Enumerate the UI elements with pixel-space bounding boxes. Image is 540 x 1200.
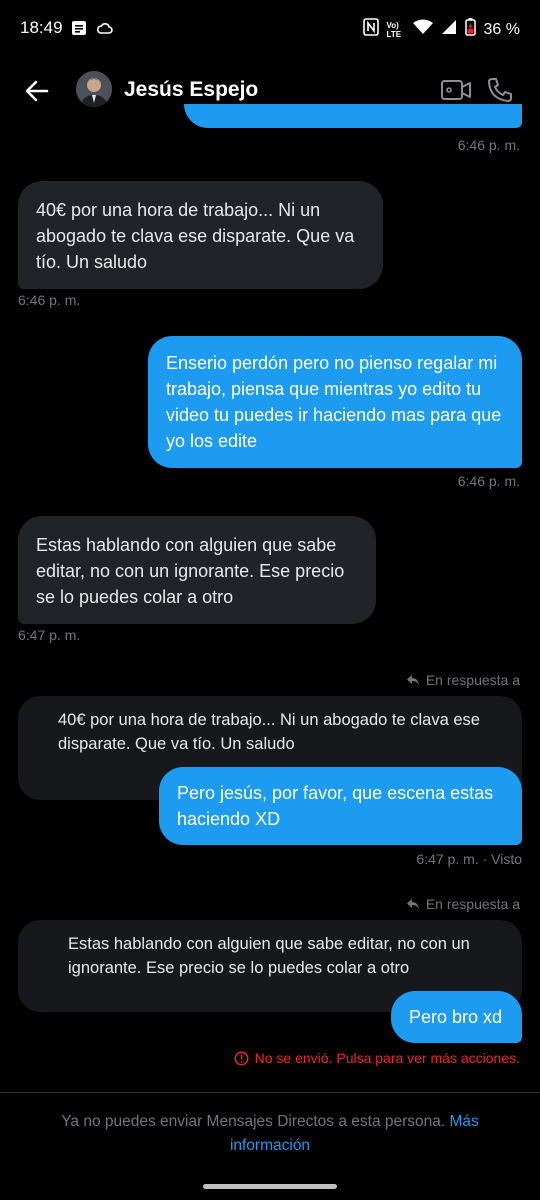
arrow-left-icon	[25, 80, 49, 102]
reply-indicator: En respuesta a	[406, 896, 520, 912]
message-timestamp: 6:47 p. m.	[18, 627, 81, 643]
outgoing-message-bubble[interactable]: Enserio perdón pero no pienso regalar mi…	[148, 336, 522, 468]
error-icon	[234, 1051, 249, 1065]
home-indicator[interactable]	[203, 1184, 337, 1189]
signal-icon	[441, 19, 457, 40]
battery-percent: 36 %	[483, 20, 520, 38]
message-timestamp: 6:46 p. m.	[457, 137, 520, 153]
reply-icon	[406, 899, 419, 909]
network-label: Vo) LTE	[386, 20, 402, 39]
status-right: Vo) LTE 36 %	[362, 18, 520, 41]
battery-icon	[464, 18, 476, 41]
nfc-icon	[362, 18, 379, 41]
back-button[interactable]	[20, 74, 54, 108]
footer-divider	[0, 1092, 540, 1093]
message-timestamp: 6:46 p. m.	[18, 292, 81, 308]
reply-label: En respuesta a	[425, 672, 520, 688]
quoted-text: Estas hablando con alguien que sabe edit…	[68, 935, 470, 977]
message-text: Enserio perdón pero no pienso regalar mi…	[166, 353, 502, 451]
video-camera-icon	[441, 80, 471, 100]
reply-label: En respuesta a	[425, 896, 520, 912]
outgoing-message-bubble[interactable]: Pero jesús, por favor, que escena estas …	[159, 767, 522, 845]
dm-disabled-notice: Ya no puedes enviar Mensajes Directos a …	[30, 1110, 510, 1158]
error-text: No se envió. Pulsa para ver más acciones…	[254, 1050, 520, 1066]
video-call-button[interactable]	[440, 76, 472, 104]
send-error[interactable]: No se envió. Pulsa para ver más acciones…	[234, 1050, 520, 1066]
incoming-message-bubble[interactable]: Estas hablando con alguien que sabe edit…	[18, 516, 376, 624]
phone-icon	[488, 78, 512, 102]
incoming-message-bubble[interactable]: 40€ por una hora de trabajo... Ni un abo…	[18, 181, 383, 289]
avatar-image	[76, 71, 112, 107]
message-status: 6:47 p. m. · Visto	[416, 851, 522, 867]
quoted-text: 40€ por una hora de trabajo... Ni un abo…	[58, 711, 480, 753]
status-bar: 18:49 Vo) LTE 36 %	[0, 0, 540, 60]
reply-icon	[406, 675, 419, 685]
status-left-icons	[70, 19, 114, 42]
cloud-icon	[96, 19, 114, 42]
message-text: Estas hablando con alguien que sabe edit…	[36, 535, 345, 607]
notice-text: Ya no puedes enviar Mensajes Directos a …	[61, 1113, 450, 1130]
message-timestamp: 6:46 p. m.	[457, 473, 520, 489]
status-time: 18:49	[20, 18, 63, 37]
message-text: 40€ por una hora de trabajo... Ni un abo…	[36, 200, 355, 272]
avatar[interactable]	[76, 71, 112, 107]
wifi-icon	[412, 19, 433, 40]
contact-name[interactable]: Jesús Espejo	[124, 78, 258, 102]
outgoing-bubble-partial[interactable]	[184, 104, 522, 128]
voice-call-button[interactable]	[486, 76, 514, 104]
notes-icon	[70, 19, 88, 42]
reply-indicator: En respuesta a	[406, 672, 520, 688]
outgoing-message-bubble[interactable]: Pero bro xd	[391, 991, 522, 1043]
message-text: Pero jesús, por favor, que escena estas …	[177, 783, 494, 829]
message-text: Pero bro xd	[409, 1007, 503, 1027]
